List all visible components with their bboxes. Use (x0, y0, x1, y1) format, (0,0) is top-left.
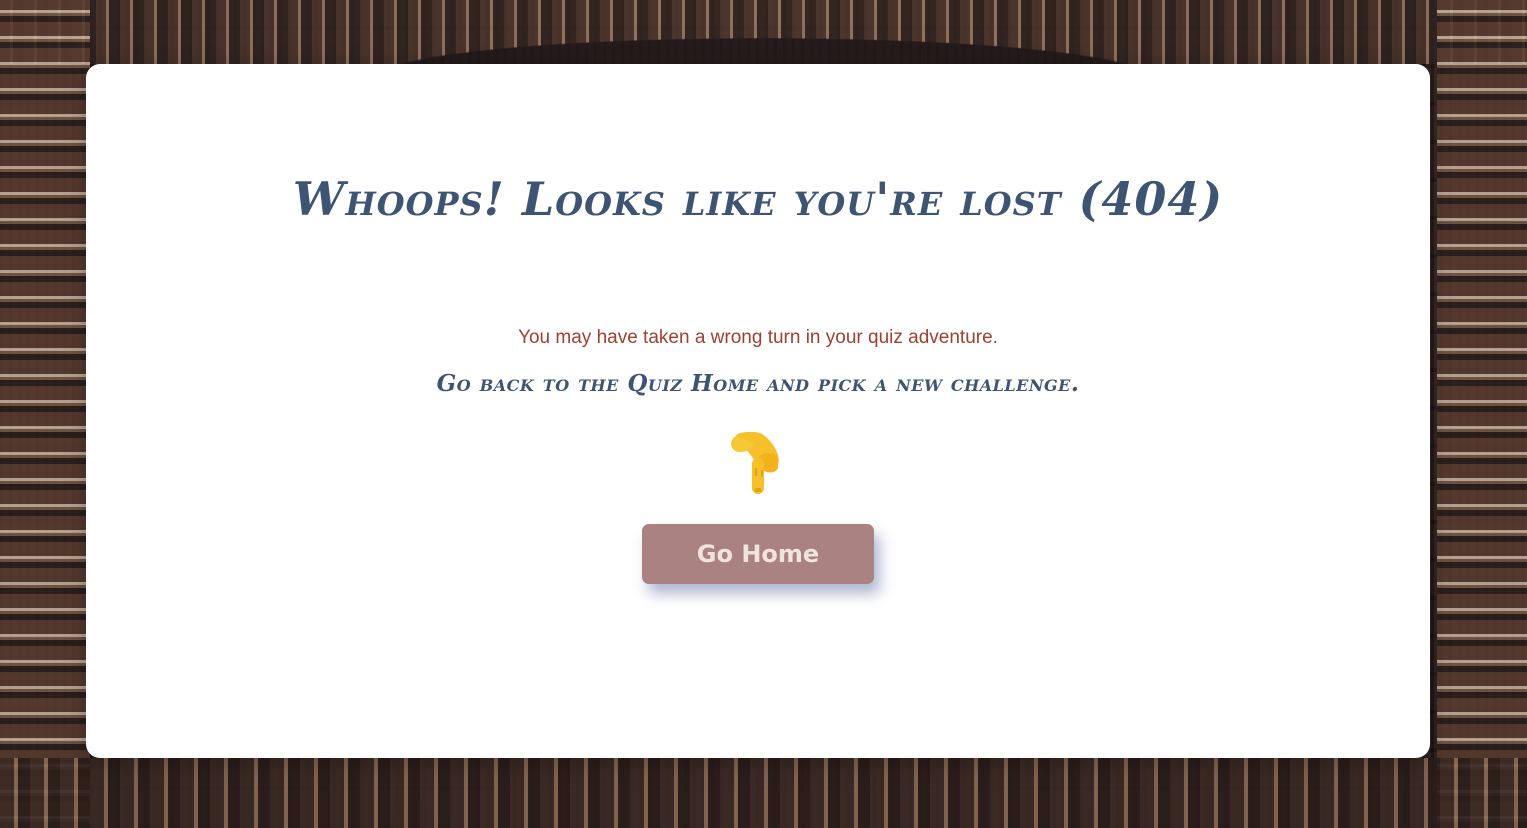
page-title: Whoops! Looks like you're lost (404) (292, 172, 1224, 226)
background-library-arch (0, 0, 1527, 64)
background-bookshelf-bottom (0, 758, 1527, 828)
background-bookshelf-left (0, 0, 90, 828)
pointing-down-hand-icon (722, 430, 792, 498)
error-card: Whoops! Looks like you're lost (404) You… (86, 64, 1430, 758)
instruction-text: Go back to the Quiz Home and pick a new … (436, 370, 1080, 397)
background-bookshelf-right (1437, 0, 1527, 828)
error-message: You may have taken a wrong turn in your … (518, 327, 998, 348)
go-home-button[interactable]: Go Home (642, 524, 874, 584)
